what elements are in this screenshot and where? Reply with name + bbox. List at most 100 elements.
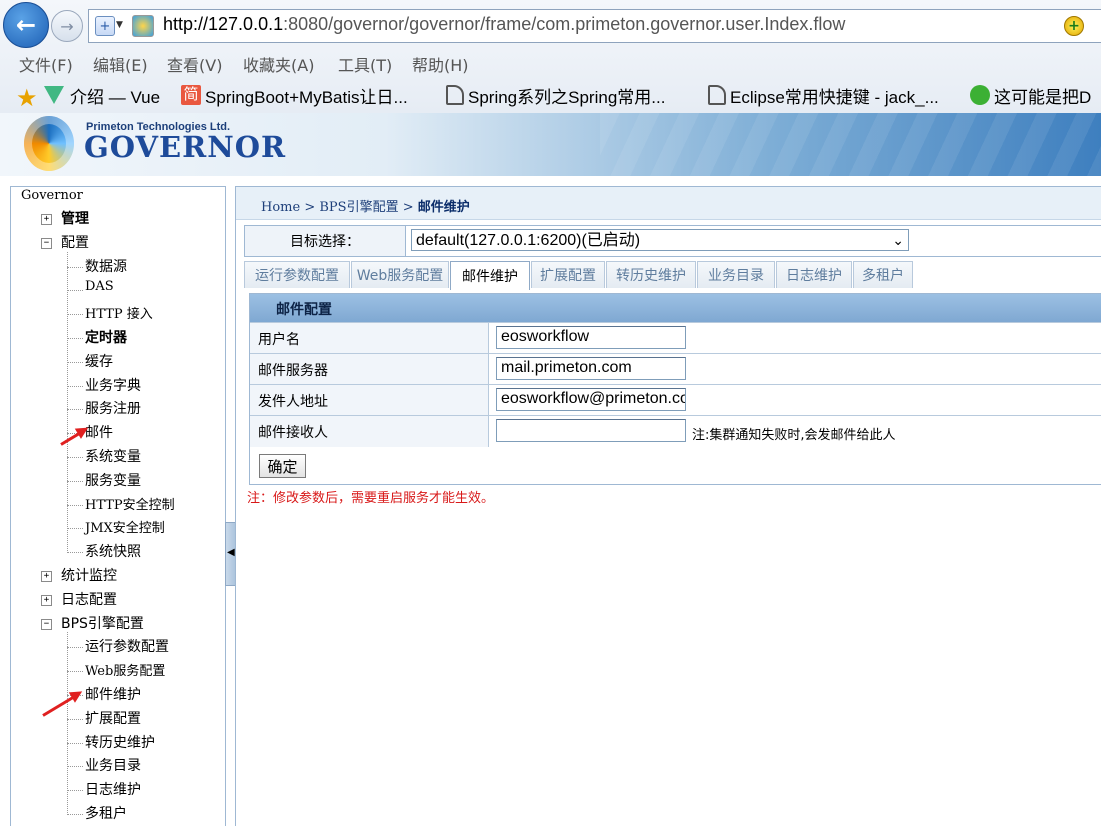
- tree-connector: [67, 457, 83, 458]
- tree-item[interactable]: 转历史维护: [85, 732, 155, 752]
- address-bar[interactable]: + ▼ http://127.0.0.1:8080/governor/gover…: [88, 9, 1101, 43]
- tree-item[interactable]: 缓存: [85, 351, 113, 371]
- chevron-down-icon[interactable]: ▼: [116, 20, 123, 30]
- tree-group[interactable]: 日志配置: [61, 589, 117, 609]
- favorite-spring[interactable]: Spring系列之Spring常用...: [446, 82, 665, 108]
- tree-connector: [67, 814, 83, 815]
- tree-connector: [67, 504, 83, 506]
- field-input[interactable]: eosworkflow: [496, 326, 686, 349]
- expand-icon[interactable]: +: [41, 214, 52, 225]
- tab-4[interactable]: 扩展配置: [531, 261, 605, 288]
- tree-item[interactable]: 服务注册: [85, 398, 141, 418]
- url-text[interactable]: http://127.0.0.1:8080/governor/governor/…: [163, 14, 845, 35]
- wechat-icon: [970, 85, 990, 105]
- mail-config-panel: 邮件配置 用户名 eosworkflow 邮件服务器 mail.primeton.co…: [249, 293, 1101, 485]
- tree-item[interactable]: 日志维护: [85, 779, 141, 799]
- tree-item[interactable]: 服务变量: [85, 470, 141, 490]
- back-icon[interactable]: ←: [3, 2, 49, 48]
- tree-item[interactable]: 运行参数配置: [85, 636, 169, 656]
- tree-group[interactable]: 配置: [61, 232, 89, 252]
- tree-item[interactable]: 邮件维护: [85, 684, 141, 704]
- breadcrumb-home[interactable]: Home: [261, 200, 300, 215]
- app-banner: Primeton Technologies Ltd. GOVERNOR: [0, 113, 1101, 176]
- compat-shield-icon[interactable]: +: [95, 16, 115, 36]
- tree-item[interactable]: HTTP 接入: [85, 303, 153, 322]
- tree-group[interactable]: BPS引擎配置: [61, 613, 144, 633]
- tree-item[interactable]: 系统变量: [85, 446, 141, 466]
- favorite-label: Eclipse常用快捷键 - jack_...: [730, 87, 939, 107]
- warning-text: 注：修改参数后，需要重启服务才能生效。: [247, 491, 495, 506]
- collapse-icon[interactable]: −: [41, 618, 52, 630]
- field-label-text: 发件人地址: [258, 394, 328, 410]
- jianshu-icon: 简: [181, 85, 201, 105]
- form-row: 邮件服务器 mail.primeton.com: [250, 353, 1101, 385]
- tab-5[interactable]: 转历史维护: [606, 261, 696, 288]
- tree-item[interactable]: 数据源: [85, 256, 127, 276]
- tree-connector: [67, 409, 83, 411]
- tab-1[interactable]: 运行参数配置: [244, 261, 350, 288]
- field-label: 邮件接收人: [250, 416, 489, 447]
- collapse-left-icon[interactable]: ◀: [227, 547, 235, 558]
- tree-item[interactable]: JMX安全控制: [85, 517, 165, 536]
- favorite-label: 这可能是把D: [994, 87, 1092, 107]
- tree-connector: [67, 528, 83, 530]
- tab-2[interactable]: Web服务配置: [351, 261, 449, 288]
- favorite-label: 介绍 — Vue: [70, 87, 161, 107]
- tree-connector: [67, 480, 83, 482]
- tree-connector: [67, 290, 83, 292]
- tree-root[interactable]: Governor: [21, 188, 83, 203]
- favorite-springboot[interactable]: 简 SpringBoot+MyBatis让日...: [181, 82, 408, 108]
- tree-item[interactable]: 业务目录: [85, 755, 141, 775]
- nav-tree: Governor + 管理 − 配置 数据源 DAS HTTP 接入 定时器 缓存 业务字典 服务注…: [10, 186, 226, 826]
- menu-edit[interactable]: 编辑(E): [93, 52, 148, 76]
- tree-connector: [67, 314, 83, 316]
- tree-item[interactable]: 多租户: [85, 803, 127, 823]
- menu-help[interactable]: 帮助(H): [412, 52, 469, 76]
- tree-group[interactable]: 管理: [61, 208, 89, 228]
- go-icon[interactable]: +: [1064, 16, 1084, 36]
- form-row: 邮件接收人 注:集群通知失败时,会发邮件给此人: [250, 415, 1101, 447]
- tab-8[interactable]: 多租户: [853, 261, 913, 288]
- favorite-wechat[interactable]: 这可能是把D: [970, 82, 1091, 108]
- expand-icon[interactable]: +: [41, 571, 52, 582]
- tree-group[interactable]: 统计监控: [61, 565, 117, 585]
- tab-6[interactable]: 业务目录: [697, 261, 775, 288]
- tree-item[interactable]: 扩展配置: [85, 708, 141, 728]
- page-icon: [708, 85, 726, 105]
- site-favicon-icon: [132, 15, 154, 37]
- field-label-text: 邮件接收人: [258, 425, 328, 441]
- tree-item[interactable]: 业务字典: [85, 375, 141, 395]
- tree-item[interactable]: 系统快照: [85, 541, 141, 561]
- target-select[interactable]: default(127.0.0.1:6200)(已启动) ⌄: [411, 229, 909, 251]
- tree-item[interactable]: DAS: [85, 279, 114, 294]
- tree-connector: [67, 251, 68, 553]
- field-label-text: 用户名: [258, 332, 300, 348]
- menu-tools[interactable]: 工具(T): [338, 52, 392, 76]
- menu-favorites[interactable]: 收藏夹(A): [243, 52, 314, 76]
- form-row: 发件人地址 eosworkflow@primeton.com: [250, 384, 1101, 416]
- breadcrumb-sep: >: [402, 200, 414, 215]
- main-content: Home > BPS引擎配置 > 邮件维护 目标选择： default(127.…: [235, 186, 1101, 826]
- tree-item[interactable]: Web服务配置: [85, 660, 165, 679]
- forward-icon[interactable]: →: [51, 10, 83, 42]
- submit-button[interactable]: 确定: [259, 454, 306, 478]
- chevron-down-icon[interactable]: ⌄: [892, 229, 904, 251]
- field-input[interactable]: mail.primeton.com: [496, 357, 686, 380]
- menu-file[interactable]: 文件(F): [19, 52, 73, 76]
- page-icon: [446, 85, 464, 105]
- browser-chrome: ← → + ▼ http://127.0.0.1:8080/governor/g…: [0, 0, 1101, 113]
- tree-item[interactable]: 定时器: [85, 327, 127, 347]
- favorite-eclipse[interactable]: Eclipse常用快捷键 - jack_...: [708, 82, 939, 108]
- menu-view[interactable]: 查看(V): [167, 52, 222, 76]
- tree-connector: [67, 718, 83, 720]
- collapse-icon[interactable]: −: [41, 237, 52, 249]
- expand-icon[interactable]: +: [41, 594, 52, 606]
- tab-3[interactable]: 邮件维护: [450, 261, 530, 290]
- tab-7[interactable]: 日志维护: [776, 261, 852, 288]
- breadcrumb-section[interactable]: BPS引擎配置: [319, 200, 398, 215]
- tree-item[interactable]: HTTP安全控制: [85, 494, 175, 513]
- favorites-star-icon[interactable]: ★: [16, 84, 38, 112]
- field-input[interactable]: [496, 419, 686, 442]
- favorite-vue[interactable]: 介绍 — Vue: [44, 82, 160, 108]
- field-input[interactable]: eosworkflow@primeton.com: [496, 388, 686, 411]
